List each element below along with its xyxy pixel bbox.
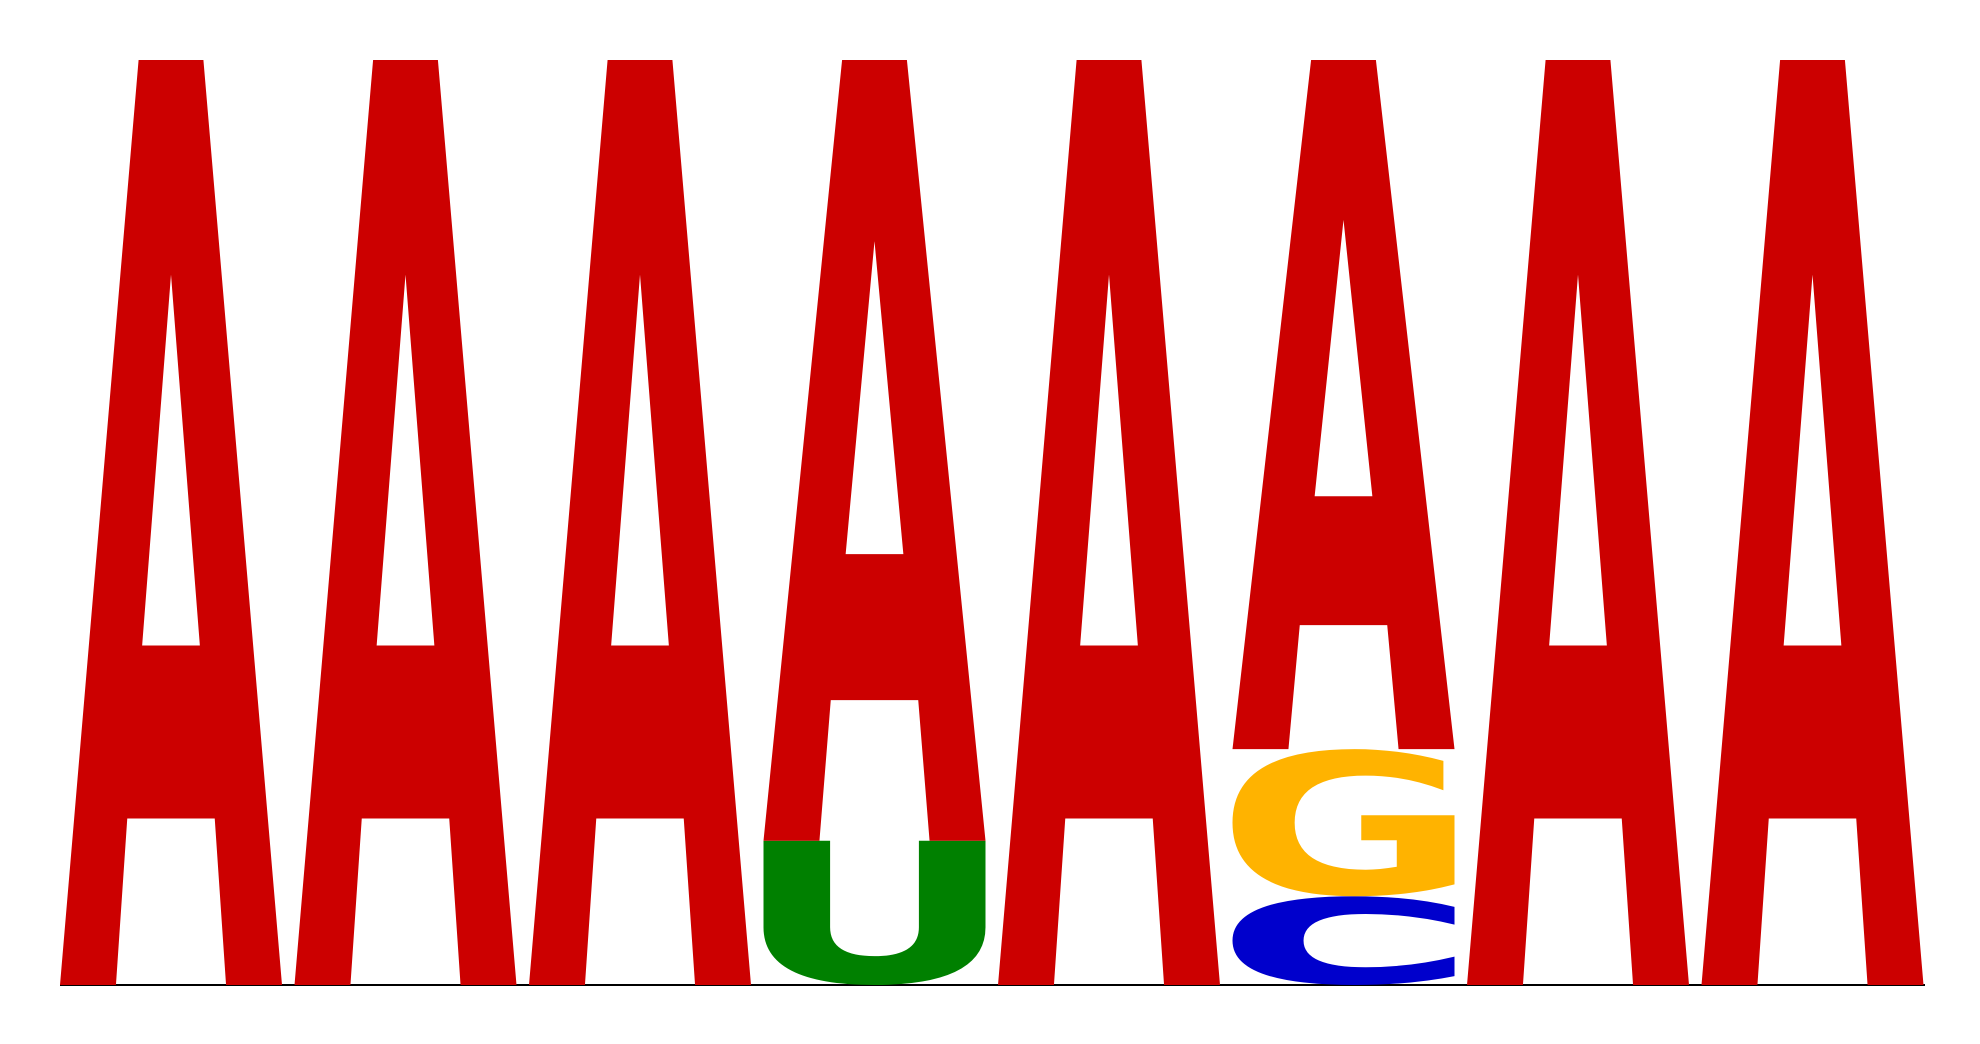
logo-column <box>763 60 986 985</box>
letter-u <box>763 840 986 985</box>
logo-column <box>1701 60 1924 985</box>
letter-c <box>1232 896 1455 985</box>
letter-a <box>998 60 1220 985</box>
letter-a <box>529 60 751 985</box>
logo-column <box>294 60 517 985</box>
logo-column <box>998 60 1220 985</box>
logo-column <box>529 60 751 985</box>
logo-column <box>60 60 282 985</box>
letter-a <box>60 60 282 985</box>
letter-a <box>1232 60 1455 750</box>
logo-column <box>1232 60 1455 985</box>
sequence-logo-chart <box>60 60 1925 986</box>
logo-column <box>1467 60 1689 985</box>
letter-g <box>1232 749 1455 897</box>
letters-layer <box>60 60 1924 985</box>
letter-a <box>763 60 986 841</box>
letter-a <box>1467 60 1689 985</box>
letter-a <box>294 60 517 985</box>
letter-a <box>1701 60 1924 985</box>
